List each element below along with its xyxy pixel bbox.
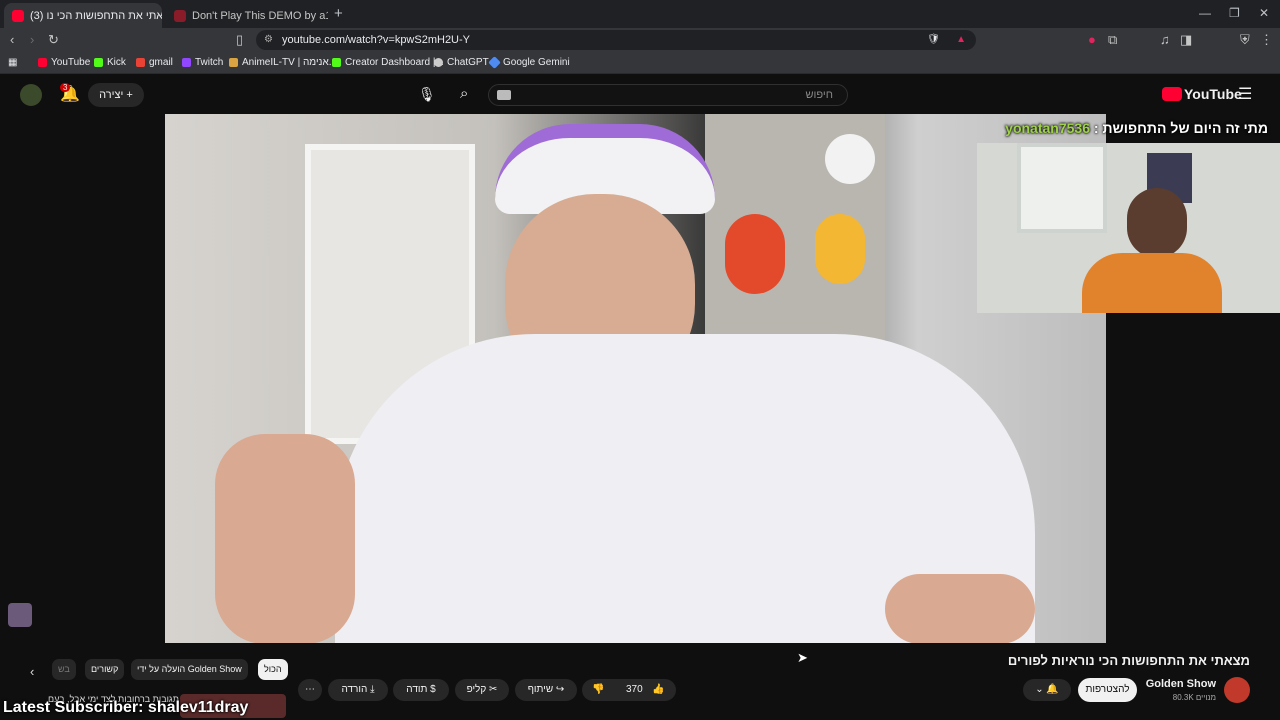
more-icon: ⋯ <box>305 684 315 695</box>
tab-title: (3) מצאתי את התחפושות הכי נו <box>30 9 162 22</box>
video-player[interactable] <box>165 114 1106 643</box>
streamer-head <box>1127 188 1187 258</box>
itch-favicon-icon <box>174 9 186 22</box>
webcam-overlay <box>977 143 1280 313</box>
animeil-icon <box>229 58 238 67</box>
extensions-icon[interactable]: ⧉ <box>1108 32 1117 48</box>
window-background <box>1017 143 1107 233</box>
shield-icon[interactable]: ⛨ <box>1240 32 1250 48</box>
twitch-icon <box>182 58 191 67</box>
gmail-icon <box>136 58 145 67</box>
channel-avatar[interactable] <box>1224 677 1250 703</box>
channel-name[interactable]: Golden Show <box>1146 678 1216 690</box>
plush-figure <box>815 214 865 284</box>
site-info-icon[interactable]: ⚙ <box>264 30 273 50</box>
chip-partial[interactable]: בש <box>52 659 76 680</box>
keyboard-icon[interactable] <box>497 90 511 100</box>
forward-icon[interactable]: › <box>30 32 34 48</box>
bookmark-youtube[interactable]: YouTube <box>38 57 90 68</box>
bookmark-kick[interactable]: Kick <box>94 57 126 68</box>
gemini-icon <box>488 56 501 69</box>
streamer-avatar-icon <box>8 603 32 627</box>
apps-icon[interactable]: ▦ <box>8 57 17 68</box>
kick-icon <box>94 58 103 67</box>
bookmark-chatgpt[interactable]: ChatGPT <box>434 57 489 68</box>
thanks-icon: $ <box>430 684 436 695</box>
like-icon[interactable]: 👍 <box>652 679 664 701</box>
address-bar[interactable]: ⚙ youtube.com/watch?v=kpwS2mH2U-Y 🛡 ▲ <box>256 30 976 50</box>
search-icon[interactable]: ⌕ <box>460 85 468 102</box>
create-button[interactable]: יצירה + <box>88 83 144 107</box>
hand-left <box>215 434 355 643</box>
media-icon[interactable]: ♫ <box>1160 32 1170 48</box>
bookmark-icon[interactable]: ▯ <box>236 32 243 48</box>
plush-figure <box>725 214 785 294</box>
download-button[interactable]: הורדה ⤓ <box>328 679 388 701</box>
youtube-favicon-icon <box>12 9 24 22</box>
hand-right <box>885 574 1035 643</box>
subscribe-button[interactable]: להצטרפות <box>1078 678 1137 702</box>
brave-shield-icon[interactable]: 🛡 <box>927 30 940 50</box>
reload-icon[interactable]: ↻ <box>48 32 59 48</box>
tab-inactive[interactable]: Don't Play This DEMO by a1esska, A ✕ <box>166 3 328 28</box>
download-icon: ⤓ <box>370 684 375 695</box>
bookmark-animeil[interactable]: AnimeIL-TV | אנימה... <box>229 57 337 68</box>
rewards-icon[interactable]: ▲ <box>956 30 966 50</box>
dislike-icon[interactable]: 👎 <box>592 679 604 701</box>
close-window-icon[interactable]: ✕ <box>1259 6 1269 20</box>
tab-title: Don't Play This DEMO by a1esska, A <box>192 9 328 22</box>
clip-button[interactable]: קליפ ✂ <box>455 679 509 701</box>
maximize-icon[interactable]: ❐ <box>1229 6 1240 20</box>
chip-related[interactable]: קשורים <box>85 659 125 680</box>
new-tab-icon[interactable]: + <box>334 5 343 22</box>
bookmark-gemini[interactable]: Google Gemini <box>488 56 570 69</box>
avatar[interactable] <box>20 84 42 106</box>
chat-overlay: yonatan7536 : מתי זה היום של התחפושת <box>1005 120 1268 136</box>
sidebar-icon[interactable]: ◨ <box>1180 32 1192 48</box>
youtube-logo-text[interactable]: YouTube <box>1184 86 1242 102</box>
search-input[interactable]: חיפוש <box>488 84 848 106</box>
bookmark-twitch[interactable]: Twitch <box>182 57 223 68</box>
youtube-icon <box>38 58 47 67</box>
url-text: youtube.com/watch?v=kpwS2mH2U-Y <box>282 34 470 46</box>
mouse-cursor-icon: ➤ <box>797 650 808 665</box>
extension-icon[interactable]: ● <box>1088 32 1096 48</box>
bell-icon: 🔔 <box>1046 684 1059 695</box>
scissors-icon: ✂ <box>489 684 498 695</box>
chat-message: : מתי זה היום של התחפושת <box>1093 120 1268 136</box>
bookmark-gmail[interactable]: gmail <box>136 57 173 68</box>
plus-icon: + <box>126 89 133 101</box>
more-actions-button[interactable]: ⋯ <box>298 679 322 701</box>
video-title: מצאתי את התחפושות הכי נוראיות לפורים <box>1007 653 1250 668</box>
tab-active[interactable]: (3) מצאתי את התחפושות הכי נו ✕ <box>4 3 162 28</box>
back-icon[interactable]: ‹ <box>10 32 14 48</box>
like-dislike-group: 👎 370 👍 <box>582 679 676 701</box>
notifications-dropdown[interactable]: ⌄ 🔔 <box>1023 679 1071 701</box>
minimize-icon[interactable]: — <box>1199 6 1211 20</box>
streamer-shirt <box>1082 253 1222 313</box>
chat-username: yonatan7536 <box>1005 120 1090 136</box>
subscriber-count: 80.3K מנויים <box>1172 693 1216 702</box>
chip-uploaded-by[interactable]: הועלה על ידי Golden Show <box>131 659 248 680</box>
youtube-logo-icon[interactable] <box>1162 87 1182 101</box>
skull-figure <box>825 134 875 184</box>
kick-icon <box>332 58 341 67</box>
hamburger-menu-icon[interactable]: ☰ <box>1238 84 1252 104</box>
like-count[interactable]: 370 <box>626 679 643 701</box>
chevron-down-icon: ⌄ <box>1035 684 1044 695</box>
share-button[interactable]: שיתוף ↪ <box>515 679 577 701</box>
bookmarks-bar: ▦ YouTube Kick gmail Twitch AnimeIL-TV |… <box>0 52 1280 74</box>
share-icon: ↪ <box>555 684 565 695</box>
bookmark-creator-dashboard[interactable]: Creator Dashboard |... <box>332 57 444 68</box>
chip-all[interactable]: הכול <box>258 659 288 680</box>
chevron-left-icon[interactable]: ‹ <box>30 664 34 679</box>
latest-subscriber-overlay: Latest Subscriber: shalev11dray <box>3 699 249 716</box>
thanks-button[interactable]: תודה $ <box>393 679 449 701</box>
microphone-icon[interactable]: 🎙 <box>418 86 436 103</box>
menu-icon[interactable]: ⋮ <box>1260 32 1273 48</box>
browser-tab-bar: (3) מצאתי את התחפושות הכי נו ✕ Don't Pla… <box>0 0 1280 28</box>
chatgpt-icon <box>434 58 443 67</box>
